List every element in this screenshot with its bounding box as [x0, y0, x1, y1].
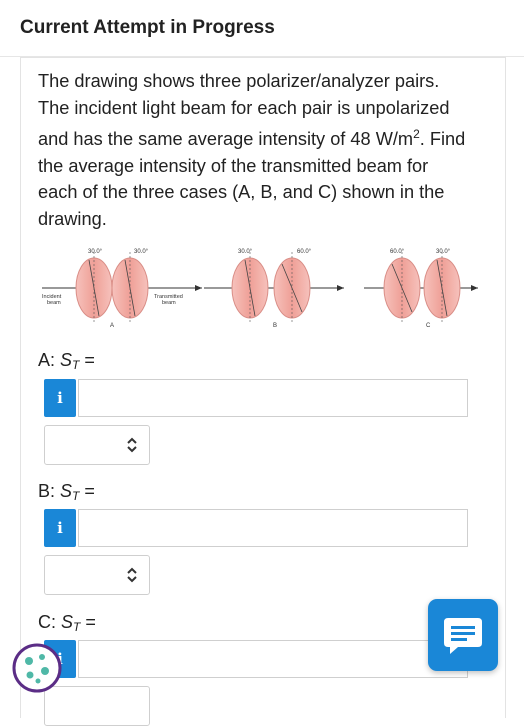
pair-a: 30.0° 30.0° Incident beam Transmitted be… [42, 249, 202, 329]
question-line: The drawing shows three polarizer/analyz… [38, 71, 440, 91]
info-button[interactable]: i [44, 509, 76, 547]
incident-label: beam [47, 300, 61, 306]
equals-sign: = [79, 350, 95, 370]
unit-select-b[interactable] [44, 555, 150, 595]
pair-c: 60.0° 30.0° C [364, 249, 478, 329]
symbol: S [60, 481, 73, 501]
unit-select-a[interactable] [44, 425, 150, 465]
answer-input-c[interactable] [78, 640, 468, 678]
answer-input-b[interactable] [78, 509, 468, 547]
question-line: each of the three cases (A, B, and C) sh… [38, 182, 445, 203]
question-line: the average intensity of the transmitted… [38, 155, 429, 176]
part-b-label: B: ST = [38, 481, 95, 503]
answer-input-a[interactable] [78, 379, 468, 417]
beam-arrow [471, 285, 478, 291]
chat-button[interactable] [428, 599, 498, 671]
part-a-label: A: ST = [38, 350, 95, 372]
symbol: S [61, 612, 74, 632]
symbol: S [60, 350, 73, 370]
equals-sign: = [80, 612, 96, 632]
info-button[interactable]: i [44, 379, 76, 417]
header-bar: Current Attempt in Progress [0, 0, 524, 57]
pair-label: C [426, 323, 431, 329]
chevron-up-down-icon [127, 437, 137, 453]
transmitted-label: beam [162, 300, 176, 306]
chevron-up-down-icon [127, 567, 137, 583]
beam-arrow [195, 285, 202, 291]
part-prefix: C: [38, 612, 62, 632]
angle-label: 60.0° [297, 249, 312, 255]
question-line: The incident light beam for each pair is… [38, 97, 450, 118]
exponent: 2 [413, 127, 420, 142]
part-c-label: C: ST = [38, 612, 96, 634]
part-prefix: B: [38, 481, 61, 501]
angle-label: 30.0° [88, 249, 103, 255]
pair-b: 30.0° 60.0° B [204, 249, 344, 329]
page-title: Current Attempt in Progress [20, 17, 275, 38]
pair-label: B [273, 323, 277, 329]
question-text: The drawing shows three polarizer/analyz… [38, 68, 498, 233]
question-line: and has the same average intensity of 48… [38, 121, 498, 153]
angle-label: 30.0° [238, 249, 253, 255]
chat-icon [444, 618, 482, 654]
cookie-icon[interactable] [12, 643, 62, 693]
question-fragment: and has the same average intensity of 48… [38, 129, 414, 150]
question-fragment: . Find [419, 129, 466, 150]
angle-label: 30.0° [436, 249, 451, 255]
angle-label: 30.0° [134, 249, 149, 255]
part-prefix: A: [38, 350, 61, 370]
beam-arrow [337, 285, 344, 291]
pair-label: A [110, 323, 114, 329]
angle-label: 60.0° [390, 249, 405, 255]
question-line: drawing. [38, 209, 107, 230]
equals-sign: = [79, 481, 95, 501]
polarizer-figure: 30.0° 30.0° Incident beam Transmitted be… [42, 249, 478, 329]
